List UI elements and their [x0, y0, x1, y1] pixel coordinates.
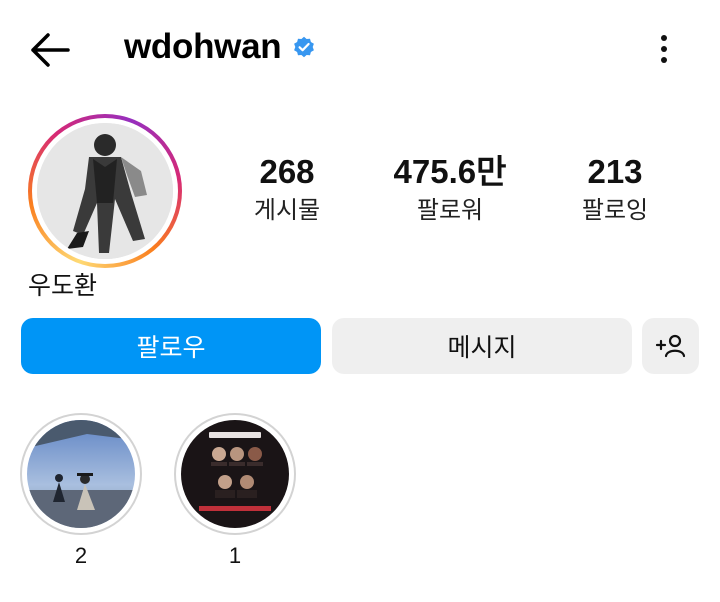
- highlight-cover: [27, 420, 135, 528]
- display-name: 우도환: [28, 272, 98, 300]
- verified-badge-icon: [294, 36, 315, 58]
- following-count: 213: [587, 153, 643, 190]
- arrow-left-icon: [31, 33, 70, 67]
- back-button[interactable]: [28, 30, 72, 70]
- highlight-label: 1: [228, 543, 242, 568]
- more-options-button[interactable]: [652, 30, 676, 70]
- person-photo: [37, 123, 173, 259]
- follow-button[interactable]: 팔로우: [21, 318, 321, 374]
- posts-label: 게시물: [253, 197, 321, 224]
- username: wdohwan: [124, 27, 282, 66]
- highlight-label: 2: [74, 543, 88, 568]
- highlight-poster: [181, 420, 289, 528]
- highlight-item[interactable]: 2: [20, 413, 142, 569]
- highlight-item[interactable]: 1: [174, 413, 296, 569]
- profile-avatar[interactable]: [28, 114, 182, 268]
- stat-followers[interactable]: 475.6만 팔로워: [380, 152, 520, 226]
- add-person-icon: [655, 334, 685, 358]
- message-button[interactable]: 메시지: [332, 318, 632, 374]
- username-group: wdohwan: [124, 27, 316, 67]
- following-label: 팔로잉: [581, 197, 649, 224]
- followers-label: 팔로워: [416, 197, 484, 224]
- add-person-button[interactable]: [642, 318, 699, 374]
- avatar-photo: [37, 123, 173, 259]
- posts-count: 268: [259, 153, 315, 190]
- more-vertical-icon: [661, 35, 667, 63]
- profile-header: wdohwan: [0, 0, 720, 100]
- highlight-photo: [27, 420, 135, 528]
- highlight-cover: [181, 420, 289, 528]
- followers-count: 475.6만: [393, 153, 507, 190]
- stat-posts: 268 게시물: [217, 152, 357, 226]
- stat-following[interactable]: 213 팔로잉: [545, 152, 685, 226]
